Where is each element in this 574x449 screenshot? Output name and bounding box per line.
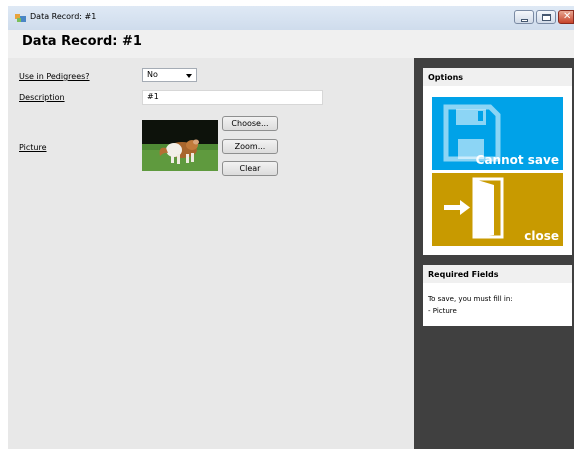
picture-label[interactable]: Picture	[19, 143, 47, 152]
required-fields-intro: To save, you must fill in:	[428, 295, 513, 303]
close-window-button[interactable]: ✕	[558, 10, 574, 24]
dog-photo	[142, 120, 218, 171]
clear-picture-button[interactable]: Clear	[222, 161, 278, 176]
minimize-icon	[521, 19, 528, 22]
description-field[interactable]: #1	[142, 90, 323, 105]
minimize-button[interactable]	[514, 10, 534, 24]
close-icon: ✕	[563, 11, 572, 22]
choose-picture-button[interactable]: Choose...	[222, 116, 278, 131]
options-title: Options	[428, 73, 464, 82]
use-in-pedigrees-label[interactable]: Use in Pedigrees?	[19, 72, 90, 81]
description-label[interactable]: Description	[19, 93, 65, 102]
chevron-down-icon	[186, 74, 192, 78]
save-tile[interactable]: Cannot save	[432, 97, 563, 170]
close-tile-label: close	[524, 229, 559, 243]
zoom-picture-button[interactable]: Zoom...	[222, 139, 278, 154]
required-fields-title: Required Fields	[428, 270, 499, 279]
maximize-icon	[542, 14, 551, 21]
use-in-pedigrees-select[interactable]: No	[142, 68, 197, 82]
use-in-pedigrees-value: No	[147, 70, 158, 79]
app-icon	[15, 14, 26, 22]
picture-thumbnail	[142, 120, 218, 171]
required-field-item: - Picture	[428, 307, 457, 315]
title-bar[interactable]: Data Record: #1 ✕	[8, 6, 574, 30]
required-fields-header: Required Fields	[423, 265, 572, 283]
maximize-button[interactable]	[536, 10, 556, 24]
options-panel: Options Cannot save close Required Field…	[414, 58, 574, 449]
form-area: Use in Pedigrees? No Description #1 Pict…	[8, 58, 414, 449]
app-window: Data Record: #1 ✕ Data Record: #1 Use in…	[8, 6, 574, 449]
page-header: Data Record: #1	[8, 30, 574, 58]
save-tile-label: Cannot save	[475, 153, 559, 167]
options-header: Options	[423, 68, 572, 86]
close-tile[interactable]: close	[432, 173, 563, 246]
options-card: Options Cannot save close	[423, 68, 572, 255]
page-title: Data Record: #1	[22, 34, 142, 49]
window-title: Data Record: #1	[30, 12, 97, 21]
required-fields-card: Required Fields To save, you must fill i…	[423, 265, 572, 326]
